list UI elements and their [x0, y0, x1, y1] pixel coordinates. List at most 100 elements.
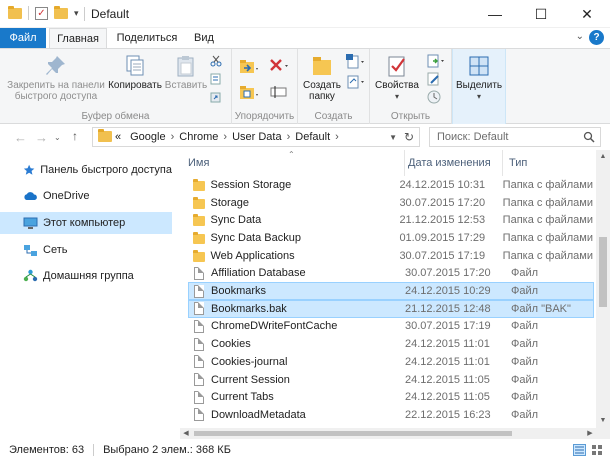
table-row[interactable]: Session Storage 24.12.2015 10:31 Папка с ф…: [188, 176, 594, 194]
column-divider[interactable]: [404, 150, 405, 176]
folder-icon: [98, 129, 112, 142]
search-input[interactable]: [430, 128, 578, 146]
sidebar-item-this-pc[interactable]: Этот компьютер: [0, 212, 172, 234]
table-row[interactable]: ChromeDWriteFontCache 30.07.2015 17:19 Фай…: [188, 318, 594, 336]
large-icons-view-icon[interactable]: [591, 444, 604, 456]
table-row[interactable]: Sync Data 21.12.2015 12:53 Папка с файлами: [188, 211, 594, 229]
chevron-right-icon[interactable]: ›: [287, 131, 291, 143]
vertical-scrollbar[interactable]: ▲ ▼: [596, 150, 610, 428]
rename-icon[interactable]: [270, 83, 288, 101]
table-row[interactable]: Current Tabs 24.12.2015 11:05 Файл: [188, 388, 594, 406]
scroll-up-icon[interactable]: ▲: [596, 150, 610, 164]
file-date: 24.12.2015 11:05: [405, 391, 490, 404]
sidebar-item-quick-access[interactable]: Панель быстрого доступа: [0, 159, 172, 181]
breadcrumb-overflow[interactable]: «: [115, 131, 121, 143]
file-type: Файл "BAK": [511, 302, 571, 315]
tab-share[interactable]: Поделиться: [112, 28, 182, 48]
sidebar-item-homegroup[interactable]: Домашняя группа: [0, 265, 172, 287]
file-type: Файл: [511, 320, 539, 333]
chevron-right-icon[interactable]: ›: [335, 131, 339, 143]
file-shape: [194, 266, 204, 280]
back-arrow-icon[interactable]: ←: [14, 130, 27, 145]
minimize-button[interactable]: —: [472, 0, 518, 28]
column-header-name[interactable]: Имя: [188, 150, 403, 176]
column-header-type[interactable]: Тип: [509, 150, 589, 176]
up-arrow-icon[interactable]: ↑: [72, 129, 78, 143]
column-header-date[interactable]: Дата изменения: [408, 150, 508, 176]
forward-arrow-icon[interactable]: →: [35, 130, 48, 145]
properties-button[interactable]: Свойства ▾: [374, 54, 420, 102]
file-type: Папка с файлами: [502, 214, 593, 227]
table-row[interactable]: Web Applications 30.07.2015 17:19 Папка с …: [188, 247, 594, 265]
folder-icon: [189, 178, 208, 191]
help-icon[interactable]: ?: [589, 30, 604, 45]
paste-label: Вставить: [164, 80, 208, 91]
customize-toolbar-icon[interactable]: ▾: [74, 8, 79, 19]
paste-shortcut-icon[interactable]: [210, 91, 222, 103]
copy-to-icon[interactable]: [238, 83, 260, 103]
breadcrumb-google[interactable]: Google: [130, 131, 165, 143]
selection-info: Выбрано 2 элем.: 368 КБ: [103, 444, 231, 456]
address-bar[interactable]: « Google › Chrome › User Data › Default …: [92, 127, 420, 147]
history-icon[interactable]: [426, 89, 442, 105]
scrollbar-thumb[interactable]: [599, 237, 607, 307]
tab-file[interactable]: Файл: [0, 28, 46, 48]
table-row[interactable]: Cookies 24.12.2015 11:01 Файл: [188, 335, 594, 353]
table-row[interactable]: Current Session 24.12.2015 11:05 Файл: [188, 371, 594, 389]
file-name: ChromeDWriteFontCache: [211, 320, 338, 333]
copy-button[interactable]: Копировать: [106, 54, 164, 91]
breadcrumb-user-data[interactable]: User Data: [232, 131, 282, 143]
clipboard-group: Закрепить на панели быстрого доступа Коп…: [0, 49, 232, 125]
cut-icon[interactable]: [210, 55, 222, 67]
delete-icon[interactable]: [268, 57, 290, 77]
edit-icon[interactable]: [426, 71, 442, 87]
file-icon: [189, 355, 209, 369]
chevron-down-icon: ▾: [394, 92, 399, 101]
breadcrumb: « Google › Chrome › User Data › Default …: [115, 131, 344, 143]
scroll-right-icon[interactable]: ▶: [584, 428, 596, 439]
details-view-icon[interactable]: [573, 444, 586, 456]
tab-view[interactable]: Вид: [188, 28, 220, 48]
sidebar-item-onedrive[interactable]: OneDrive: [0, 185, 172, 207]
chevron-down-icon[interactable]: ⌄: [576, 31, 584, 42]
chevron-right-icon[interactable]: ›: [171, 131, 175, 143]
close-button[interactable]: ✕: [564, 0, 610, 28]
paste-button[interactable]: Вставить: [164, 54, 208, 91]
table-row[interactable]: Sync Data Backup 01.09.2015 17:29 Папка с …: [188, 229, 594, 247]
maximize-button[interactable]: ☐: [518, 0, 564, 28]
select-button[interactable]: Выделить ▾: [456, 54, 502, 102]
open-icon[interactable]: [426, 53, 448, 69]
easy-access-icon[interactable]: [345, 73, 367, 91]
table-row[interactable]: Bookmarks 24.12.2015 10:29 Файл: [188, 282, 594, 300]
folder-icon[interactable]: [8, 5, 22, 19]
chevron-right-icon[interactable]: ›: [223, 131, 227, 143]
move-to-icon[interactable]: [238, 57, 260, 77]
breadcrumb-default[interactable]: Default: [295, 131, 330, 143]
new-item-icon[interactable]: [345, 53, 367, 71]
horizontal-scrollbar[interactable]: ◀ ▶: [180, 428, 596, 439]
scroll-left-icon[interactable]: ◀: [180, 428, 192, 439]
table-row[interactable]: DownloadMetadata 22.12.2015 16:23 Файл: [188, 406, 594, 424]
search-icon[interactable]: [583, 131, 595, 143]
scrollbar-thumb[interactable]: [194, 431, 512, 436]
new-folder-icon[interactable]: [54, 5, 68, 19]
pin-button[interactable]: Закрепить на панели быстрого доступа: [4, 54, 108, 102]
table-row[interactable]: Affiliation Database 30.07.2015 17:20 Файл: [188, 265, 594, 283]
sidebar-item-network[interactable]: Сеть: [0, 239, 172, 261]
file-icon: [189, 302, 209, 316]
chevron-down-icon[interactable]: ▼: [389, 133, 397, 142]
scroll-down-icon[interactable]: ▼: [596, 414, 610, 428]
table-row[interactable]: Cookies-journal 24.12.2015 11:01 Файл: [188, 353, 594, 371]
copy-path-icon[interactable]: [210, 73, 222, 85]
tab-home[interactable]: Главная: [49, 28, 107, 48]
refresh-icon[interactable]: ↻: [404, 130, 414, 144]
table-row[interactable]: Bookmarks.bak 21.12.2015 12:48 Файл "BAK": [188, 299, 594, 318]
new-folder-button[interactable]: Создать папку: [300, 54, 344, 102]
table-row[interactable]: Storage 30.07.2015 17:20 Папка с файлами: [188, 194, 594, 212]
recent-locations-icon[interactable]: ⌄: [54, 133, 61, 142]
column-divider[interactable]: [502, 150, 503, 176]
sidebar-item-label: Панель быстрого доступа: [40, 164, 172, 176]
properties-check-icon[interactable]: ✓: [35, 6, 48, 20]
file-date: 24.12.2015 10:31: [399, 178, 486, 191]
breadcrumb-chrome[interactable]: Chrome: [179, 131, 218, 143]
